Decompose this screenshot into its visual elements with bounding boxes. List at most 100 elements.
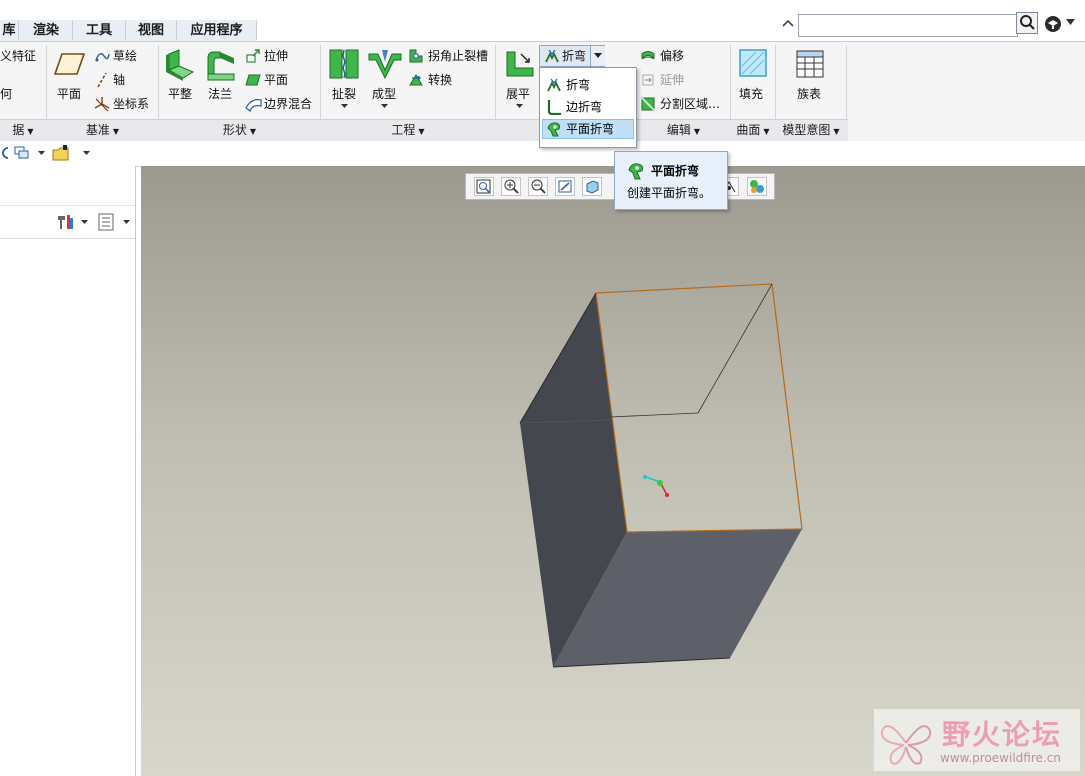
search-button[interactable]: [1016, 12, 1038, 34]
chevron-down-icon[interactable]: [516, 104, 523, 109]
refit-button[interactable]: [474, 177, 494, 196]
bend-split-button[interactable]: 折弯: [539, 45, 605, 67]
fill-icon[interactable]: [738, 48, 768, 78]
axis-label[interactable]: 轴: [113, 72, 125, 88]
repaint-icon: [558, 180, 572, 193]
coordinate-system-icon[interactable]: [94, 96, 110, 112]
convert-icon[interactable]: [408, 72, 424, 88]
menu-item-edge-bend[interactable]: 边折弯: [542, 97, 634, 117]
extrude-icon[interactable]: [245, 48, 261, 64]
triad-x-point: [643, 475, 647, 479]
triad-origin: [657, 480, 663, 486]
group-label-model-intent[interactable]: 模型意图 ▼: [776, 120, 846, 140]
menu-item-planar-bend[interactable]: 平面折弯: [542, 119, 634, 139]
tab-library[interactable]: 库: [0, 21, 19, 40]
repaint-button[interactable]: [555, 177, 575, 196]
boundary-blend-icon[interactable]: [245, 96, 263, 112]
sketch-label[interactable]: 草绘: [113, 48, 137, 64]
watermark-url: www.proewildfire.cn: [940, 751, 1061, 765]
windows-icon[interactable]: [14, 146, 30, 160]
planar-wall-label[interactable]: 平面: [264, 72, 288, 88]
extend-label[interactable]: 延伸: [660, 72, 684, 88]
corner-relief-icon[interactable]: [408, 48, 424, 64]
bend-label: 折弯: [562, 49, 587, 63]
tab-view[interactable]: 视图: [126, 21, 177, 40]
offset-icon[interactable]: [640, 48, 656, 64]
search-input[interactable]: [798, 14, 1018, 37]
regenerate-icon[interactable]: [0, 146, 10, 160]
group-label-engineering[interactable]: 工程 ▼: [321, 120, 495, 140]
planar-wall-icon[interactable]: [245, 72, 261, 88]
tab-tools[interactable]: 工具: [73, 21, 126, 40]
chevron-down-icon[interactable]: [81, 220, 88, 225]
butterfly-logo-icon: [880, 725, 932, 765]
settings-tools-icon[interactable]: [55, 213, 75, 231]
group-label-surfaces[interactable]: 曲面 ▼: [731, 120, 775, 140]
extrude-label[interactable]: 拉伸: [264, 48, 288, 64]
convert-label[interactable]: 转换: [428, 72, 452, 88]
part-edge-orange: [595, 283, 803, 533]
group-label-shapes[interactable]: 形状 ▼: [159, 120, 320, 140]
display-style-button[interactable]: [582, 177, 602, 196]
rip-icon[interactable]: [328, 48, 360, 80]
saved-orientations-button[interactable]: [747, 177, 767, 196]
help-icon[interactable]: [1043, 14, 1063, 34]
form-icon[interactable]: [368, 48, 402, 80]
chevron-down-icon[interactable]: [381, 104, 388, 109]
user-defined-feature-label[interactable]: 义特征: [0, 48, 36, 64]
chevron-down-icon[interactable]: [1066, 19, 1075, 26]
family-table-icon[interactable]: [796, 50, 824, 78]
bend-icon: [547, 78, 561, 92]
hidden-edge: [697, 283, 773, 414]
axis-icon[interactable]: [94, 72, 110, 88]
menu-item-bend[interactable]: 折弯: [542, 75, 634, 95]
chevron-up-icon[interactable]: [782, 18, 794, 28]
unbend-icon[interactable]: [503, 48, 535, 80]
flange-wall-label[interactable]: 法兰: [208, 86, 232, 102]
extend-icon[interactable]: [640, 72, 656, 88]
show-menu-icon[interactable]: [98, 213, 114, 231]
boundary-blend-label[interactable]: 边界混合: [264, 96, 312, 112]
menu-tabs-bar: 库 渲染 工具 视图 应用程序: [0, 0, 1085, 41]
bend-icon: [545, 49, 559, 63]
chevron-down-icon[interactable]: [123, 220, 130, 225]
tab-render[interactable]: 渲染: [20, 21, 73, 40]
sheet-metal-part-view[interactable]: [141, 166, 1085, 776]
datum-plane-icon[interactable]: [54, 50, 86, 78]
chevron-down-icon[interactable]: [341, 104, 348, 109]
zoom-out-icon: [531, 179, 546, 194]
menu-item-planar-bend-label: 平面折弯: [566, 122, 615, 136]
folder-icon[interactable]: [52, 144, 70, 162]
tooltip-description: 创建平面折弯。: [627, 186, 712, 200]
datum-plane-label[interactable]: 平面: [57, 86, 81, 102]
sketch-icon[interactable]: [94, 48, 110, 64]
fill-label[interactable]: 填充: [739, 86, 763, 102]
unbend-label[interactable]: 展平: [506, 86, 530, 102]
flat-wall-label[interactable]: 平整: [168, 86, 192, 102]
zoom-in-button[interactable]: [501, 177, 521, 196]
copy-geometry-label[interactable]: 何: [0, 86, 12, 102]
zoom-out-button[interactable]: [528, 177, 548, 196]
split-area-icon[interactable]: [640, 96, 656, 112]
flange-wall-icon[interactable]: [204, 48, 238, 82]
model-tree-panel: [0, 166, 136, 776]
edge-bend-icon: [547, 100, 561, 115]
rip-label[interactable]: 扯裂: [332, 86, 356, 102]
group-label-datum[interactable]: 基准 ▼: [47, 120, 158, 140]
bend-dropdown-toggle[interactable]: [590, 46, 605, 66]
refit-icon: [476, 179, 491, 194]
triad-z-point: [665, 493, 669, 497]
flat-wall-icon[interactable]: [163, 48, 197, 82]
family-table-label[interactable]: 族表: [797, 86, 821, 102]
chevron-down-icon[interactable]: [38, 151, 45, 156]
split-area-label[interactable]: 分割区域…: [660, 96, 720, 112]
form-label[interactable]: 成型: [372, 86, 396, 102]
tab-applications[interactable]: 应用程序: [177, 21, 257, 40]
offset-label[interactable]: 偏移: [660, 48, 684, 64]
corner-relief-label[interactable]: 拐角止裂槽: [428, 48, 488, 64]
group-label-editing[interactable]: 编辑 ▼: [637, 120, 730, 140]
coordinate-system-label[interactable]: 坐标系: [113, 96, 149, 112]
chevron-down-icon[interactable]: [83, 151, 90, 156]
model-tree-toolbar: [0, 205, 135, 239]
group-label-datum-left[interactable]: 据 ▼: [0, 120, 46, 140]
